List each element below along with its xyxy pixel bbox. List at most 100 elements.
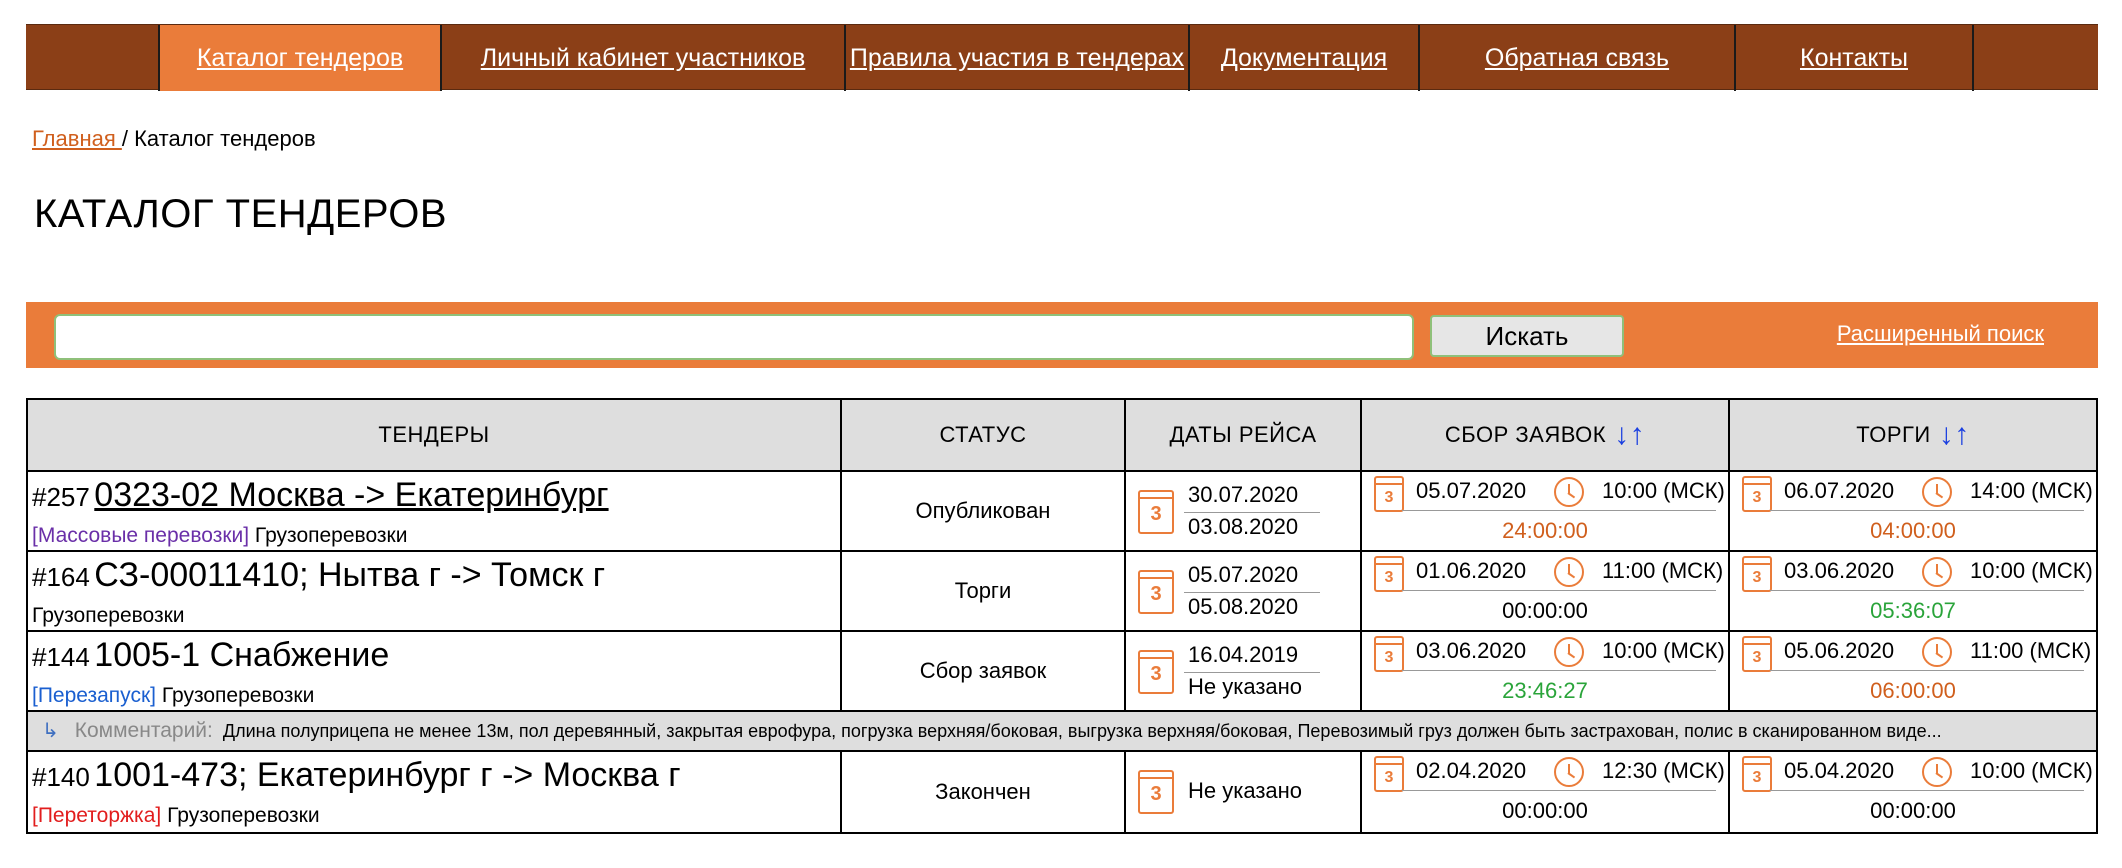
comment-label: Комментарий: bbox=[74, 719, 213, 742]
tender-number: #164 bbox=[32, 562, 90, 592]
collect-timer: 23:46:27 bbox=[1502, 678, 1588, 703]
trip-date-to: 03.08.2020 bbox=[1188, 514, 1299, 539]
collect-cell: 3 03.06.2020 10:00 (МСК) 23:46:27 bbox=[1362, 632, 1730, 710]
tender-number: #140 bbox=[32, 762, 90, 792]
trade-time: 10:00 (МСК) bbox=[1970, 758, 2093, 783]
trade-cell: 3 05.04.2020 10:00 (МСК) 00:00:00 bbox=[1730, 752, 2096, 832]
tender-category: Грузоперевозки bbox=[32, 604, 185, 627]
collect-time: 10:00 (МСК) bbox=[1602, 638, 1725, 663]
search-button[interactable]: Искать bbox=[1430, 315, 1624, 357]
search-input[interactable] bbox=[54, 314, 1414, 360]
advanced-search-link[interactable]: Расширенный поиск bbox=[1837, 321, 2044, 347]
clock-icon bbox=[1554, 557, 1584, 587]
trade-timer: 00:00:00 bbox=[1870, 798, 1956, 823]
tender-name[interactable]: 1001-473; Екатеринбург г -> Москва г bbox=[94, 756, 680, 794]
trade-timer: 04:00:00 bbox=[1870, 518, 1956, 543]
tender-tag: [Переторжка] bbox=[32, 804, 162, 827]
calendar-icon: 3 bbox=[1374, 636, 1404, 672]
calendar-icon: 3 bbox=[1138, 570, 1174, 614]
header-trade: ТОРГИ ↓↑ bbox=[1730, 400, 2096, 470]
tender-cell: #164 СЗ-00011410; Нытва г -> Томск г Гру… bbox=[28, 552, 842, 630]
nav-item-contacts[interactable]: Контакты bbox=[1734, 25, 1972, 91]
trade-timer: 05:36:07 bbox=[1870, 598, 1956, 623]
calendar-icon: 3 bbox=[1742, 756, 1772, 792]
tender-cell: #257 0323-02 Москва -> Екатеринбург [Мас… bbox=[28, 472, 842, 550]
trade-date: 03.06.2020 bbox=[1784, 558, 1895, 583]
calendar-icon: 3 bbox=[1138, 650, 1174, 694]
calendar-icon: 3 bbox=[1138, 770, 1174, 814]
trip-date-from: 05.07.2020 bbox=[1188, 562, 1299, 587]
trip-dates-cell: 3 16.04.2019 Не указано bbox=[1126, 632, 1362, 710]
collect-time: 10:00 (МСК) bbox=[1602, 478, 1725, 503]
trade-cell: 3 06.07.2020 14:00 (МСК) 04:00:00 bbox=[1730, 472, 2096, 550]
collect-timer: 00:00:00 bbox=[1502, 798, 1588, 823]
trip-date-single: Не указано bbox=[1188, 778, 1303, 803]
calendar-icon: 3 bbox=[1374, 756, 1404, 792]
header-collect-label: СБОР ЗАЯВОК bbox=[1444, 422, 1607, 447]
nav-item-catalog[interactable]: Каталог тендеров bbox=[158, 25, 440, 91]
nav-item-cabinet[interactable]: Личный кабинет участников bbox=[440, 25, 844, 91]
status-text: Сбор заявок bbox=[919, 658, 1047, 683]
trip-date-to: 05.08.2020 bbox=[1188, 594, 1299, 619]
nav-item-docs[interactable]: Документация bbox=[1188, 25, 1418, 91]
breadcrumb: Главная / Каталог тендеров bbox=[32, 126, 316, 152]
status-text: Торги bbox=[954, 578, 1012, 603]
collect-timer: 00:00:00 bbox=[1502, 598, 1588, 623]
tender-cell: #144 1005-1 Снабжение [Перезапуск] Грузо… bbox=[28, 632, 842, 710]
trade-time: 11:00 (МСК) bbox=[1970, 638, 2092, 663]
trip-dates-cell: 3 05.07.2020 05.08.2020 bbox=[1126, 552, 1362, 630]
search-bar: Искать Расширенный поиск bbox=[26, 302, 2098, 368]
nav-item-rules[interactable]: Правила участия в тендерах bbox=[844, 25, 1188, 91]
calendar-icon: 3 bbox=[1138, 490, 1174, 534]
collect-date: 01.06.2020 bbox=[1416, 558, 1527, 583]
trade-date: 05.06.2020 bbox=[1784, 638, 1895, 663]
tender-name-link[interactable]: 0323-02 Москва -> Екатеринбург bbox=[94, 476, 608, 514]
status-cell: Опубликован bbox=[842, 472, 1126, 550]
table-row: #140 1001-473; Екатеринбург г -> Москва … bbox=[28, 752, 2096, 832]
breadcrumb-home-link[interactable]: Главная bbox=[32, 126, 122, 151]
comment-row: ↳ Комментарий: Длина полуприцепа не менее … bbox=[28, 712, 2096, 752]
header-trade-label: ТОРГИ bbox=[1856, 422, 1931, 447]
trade-time: 14:00 (МСК) bbox=[1970, 478, 2093, 503]
table-row: #144 1005-1 Снабжение [Перезапуск] Грузо… bbox=[28, 632, 2096, 712]
table-header-row: ТЕНДЕРЫ СТАТУС ДАТЫ РЕЙСА СБОР ЗАЯВОК ↓↑ … bbox=[28, 400, 2096, 472]
tender-tag: [Массовые перевозки] bbox=[32, 524, 250, 547]
clock-icon bbox=[1922, 477, 1952, 507]
trade-cell: 3 05.06.2020 11:00 (МСК) 06:00:00 bbox=[1730, 632, 2096, 710]
trip-dates-cell: 3 Не указано bbox=[1126, 752, 1362, 832]
collect-cell: 3 02.04.2020 12:30 (МСК) 00:00:00 bbox=[1362, 752, 1730, 832]
trade-timer: 06:00:00 bbox=[1870, 678, 1956, 703]
trip-dates-cell: 3 30.07.2020 03.08.2020 bbox=[1126, 472, 1362, 550]
collect-time: 12:30 (МСК) bbox=[1602, 758, 1725, 783]
sort-arrows-icon[interactable]: ↓↑ bbox=[1614, 418, 1645, 452]
tender-category: Грузоперевозки bbox=[254, 524, 408, 547]
tender-name[interactable]: СЗ-00011410; Нытва г -> Томск г bbox=[94, 556, 605, 594]
status-cell: Сбор заявок bbox=[842, 632, 1126, 710]
collect-timer: 24:00:00 bbox=[1502, 518, 1588, 543]
tender-name[interactable]: 1005-1 Снабжение bbox=[94, 636, 389, 674]
tender-category: Грузоперевозки bbox=[161, 684, 315, 707]
clock-icon bbox=[1554, 757, 1584, 787]
status-text: Закончен bbox=[935, 779, 1031, 804]
header-tenders: ТЕНДЕРЫ bbox=[28, 400, 842, 470]
nav-item-feedback[interactable]: Обратная связь bbox=[1418, 25, 1734, 91]
collect-date: 03.06.2020 bbox=[1416, 638, 1527, 663]
calendar-icon: 3 bbox=[1374, 556, 1404, 592]
header-collect: СБОР ЗАЯВОК ↓↑ bbox=[1362, 400, 1730, 470]
trade-date: 06.07.2020 bbox=[1784, 478, 1895, 503]
table-row: #164 СЗ-00011410; Нытва г -> Томск г Гру… bbox=[28, 552, 2096, 632]
breadcrumb-current: Каталог тендеров bbox=[127, 126, 316, 151]
trade-date: 05.04.2020 bbox=[1784, 758, 1895, 783]
comment-text: Длина полуприцепа не менее 13м, пол дере… bbox=[222, 721, 1942, 741]
tender-number: #257 bbox=[32, 482, 90, 512]
trip-date-from: 30.07.2020 bbox=[1188, 482, 1299, 507]
tender-cell: #140 1001-473; Екатеринбург г -> Москва … bbox=[28, 752, 842, 832]
clock-icon bbox=[1554, 637, 1584, 667]
page-title: КАТАЛОГ ТЕНДЕРОВ bbox=[34, 192, 448, 236]
sort-arrows-icon[interactable]: ↓↑ bbox=[1939, 418, 1970, 452]
top-nav: Каталог тендеров Личный кабинет участник… bbox=[26, 24, 2098, 91]
table-row: #257 0323-02 Москва -> Екатеринбург [Мас… bbox=[28, 472, 2096, 552]
clock-icon bbox=[1922, 757, 1952, 787]
trade-time: 10:00 (МСК) bbox=[1970, 558, 2093, 583]
calendar-icon: 3 bbox=[1374, 476, 1404, 512]
